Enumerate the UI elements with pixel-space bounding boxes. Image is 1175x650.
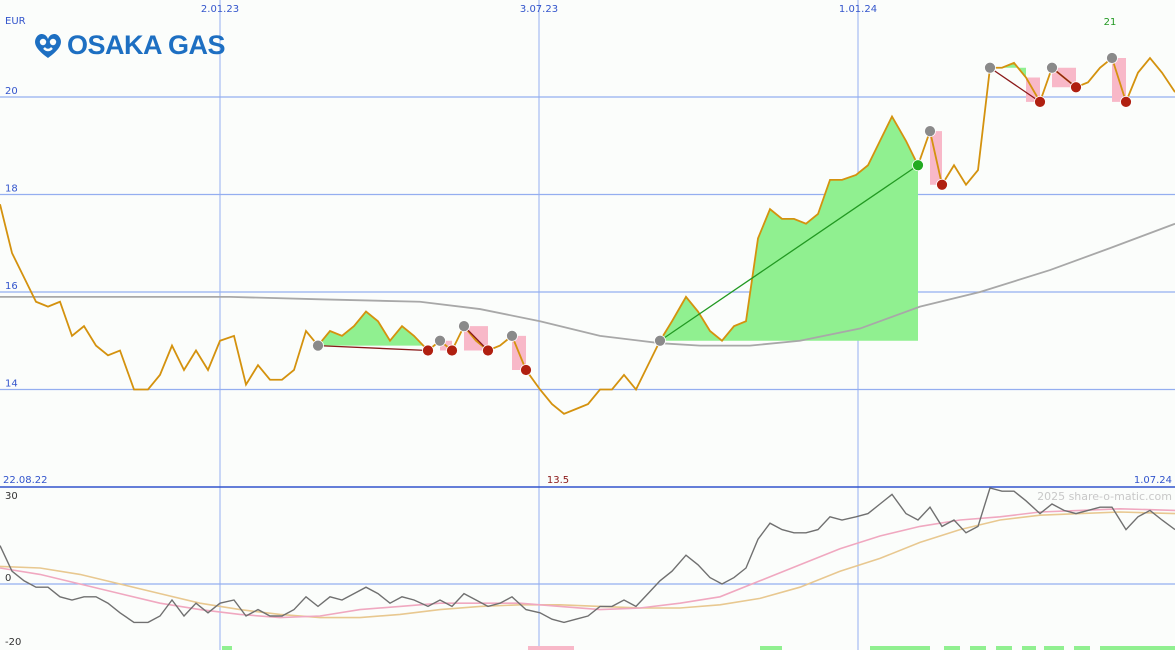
momentum-bar: [760, 646, 782, 650]
series-lines: [0, 56, 1175, 624]
signal-marker: [520, 364, 532, 376]
heart-flame-icon: [35, 33, 61, 58]
momentum-slow-average: [0, 511, 1175, 619]
momentum-bar: [528, 646, 574, 650]
start-date-label: 22.08.22: [3, 475, 48, 486]
high-marker-label: 21: [1104, 17, 1117, 28]
trend-segment: [317, 344, 429, 352]
momentum-bar: [222, 646, 232, 650]
up-signal-fill: [660, 116, 918, 341]
momentum-bar: [1044, 646, 1064, 650]
signal-marker: [506, 329, 518, 342]
momentum-bar: [996, 646, 1012, 650]
signal-marker: [912, 159, 924, 172]
momentum-tick-label: 30: [5, 491, 18, 502]
end-date-label: 1.07.24: [1134, 475, 1172, 486]
signal-marker: [1034, 95, 1046, 108]
momentum-tick-label: 0: [5, 573, 11, 584]
y-tick-label: 20: [5, 86, 18, 97]
axis-labels: EUR 22.08.22 1.07.24 13.5 21 2025 share-…: [3, 4, 1172, 648]
brand-name: OSAKA GAS: [67, 30, 226, 60]
y-tick-label: 16: [5, 281, 18, 292]
signal-marker: [1070, 81, 1082, 94]
signal-marker: [1106, 52, 1118, 64]
momentum-line: [0, 487, 1175, 624]
x-tick-label: 2.01.23: [201, 4, 239, 15]
momentum-bar: [1022, 646, 1036, 650]
momentum-fast-average: [0, 507, 1175, 619]
signal-marker: [654, 334, 666, 347]
momentum-tick-label: -20: [5, 637, 21, 648]
signal-marker: [924, 125, 936, 138]
signal-marker: [446, 344, 458, 357]
momentum-bar: [970, 646, 986, 650]
momentum-bar: [1074, 646, 1090, 650]
signal-marker: [936, 178, 948, 191]
signal-marker: [984, 61, 996, 74]
signal-marker: [312, 339, 324, 352]
brand-logo: OSAKA GAS: [33, 30, 226, 61]
momentum-bar: [944, 646, 960, 650]
y-tick-label: 14: [5, 379, 18, 390]
signal-marker: [482, 344, 494, 357]
currency-label: EUR: [5, 16, 26, 27]
signal-marker: [1046, 61, 1058, 74]
signal-marker: [458, 320, 470, 333]
signal-marker: [422, 344, 434, 357]
momentum-bar: [870, 646, 930, 650]
x-tick-label: 3.07.23: [520, 4, 558, 15]
momentum-bar: [1100, 646, 1175, 650]
signal-fills: [222, 58, 1175, 650]
low-marker-label: 13.5: [547, 475, 569, 486]
price-line: [0, 56, 1175, 415]
signal-markers: [312, 52, 1132, 376]
y-tick-label: 18: [5, 184, 18, 195]
watermark: 2025 share-o-matic.com: [1037, 490, 1172, 503]
grid-lines: [0, 0, 1175, 650]
signal-marker: [434, 334, 446, 347]
signal-marker: [1120, 95, 1132, 108]
moving-average-line: [0, 222, 1175, 347]
x-tick-label: 1.01.24: [839, 4, 877, 15]
stock-chart: EUR 22.08.22 1.07.24 13.5 21 2025 share-…: [0, 0, 1175, 650]
